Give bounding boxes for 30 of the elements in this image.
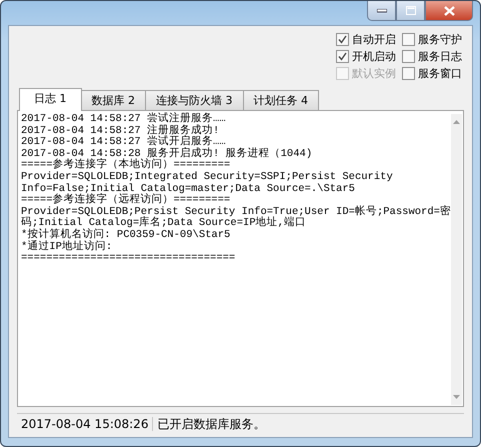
status-message: 已开启数据库服务。 — [156, 416, 266, 432]
log-text-area[interactable] — [17, 110, 464, 407]
log-line: *通过IP地址访问: — [21, 242, 114, 254]
log-line: ================================== — [21, 253, 236, 265]
status-time: 2017-08-04 15:08:26 — [17, 417, 154, 431]
log-line: =====参考连接字（本地访问）========= — [21, 160, 230, 172]
maximize-button[interactable] — [396, 1, 425, 21]
scrollbar[interactable] — [450, 114, 462, 405]
checkbox-option[interactable]: 服务日志 — [402, 49, 462, 63]
checkbox-option[interactable]: 自动开启 — [336, 32, 396, 46]
log-line: 2017-08-04 14:58:27 尝试注册服务…… — [21, 114, 227, 125]
minimize-button[interactable] — [367, 1, 396, 21]
checkbox-option[interactable]: 开机启动 — [336, 49, 396, 63]
tab[interactable]: 日志 1 — [19, 88, 82, 111]
scroll-up-icon[interactable] — [452, 120, 460, 124]
log-line: 码;Initial Catalog=库名;Data Source=IP地址,端口 — [21, 218, 307, 230]
tab[interactable]: 计划任务 4 — [242, 90, 319, 110]
log-line: =====参考连接字（远程访问）========= — [21, 195, 230, 206]
checkbox-option[interactable]: 服务守护 — [402, 32, 462, 46]
tab[interactable]: 连接与防火墙 3 — [145, 90, 244, 110]
maximize-icon — [406, 6, 416, 15]
close-button[interactable] — [425, 1, 473, 21]
log-line: *按计算机名访问: PC0359-CN-09\Star5 — [21, 230, 232, 241]
scroll-down-icon[interactable] — [452, 395, 460, 399]
log-line: 2017-08-04 14:58:27 尝试开启服务…… — [21, 137, 226, 148]
log-line: Provider=SQLOLEDB;Integrated Security=SSPI;Persist Security — [21, 172, 394, 183]
minimize-icon — [376, 8, 386, 12]
checkbox-option[interactable]: 服务窗口 — [402, 66, 462, 80]
close-icon — [444, 6, 454, 16]
tab[interactable]: 数据库 2 — [80, 90, 146, 110]
